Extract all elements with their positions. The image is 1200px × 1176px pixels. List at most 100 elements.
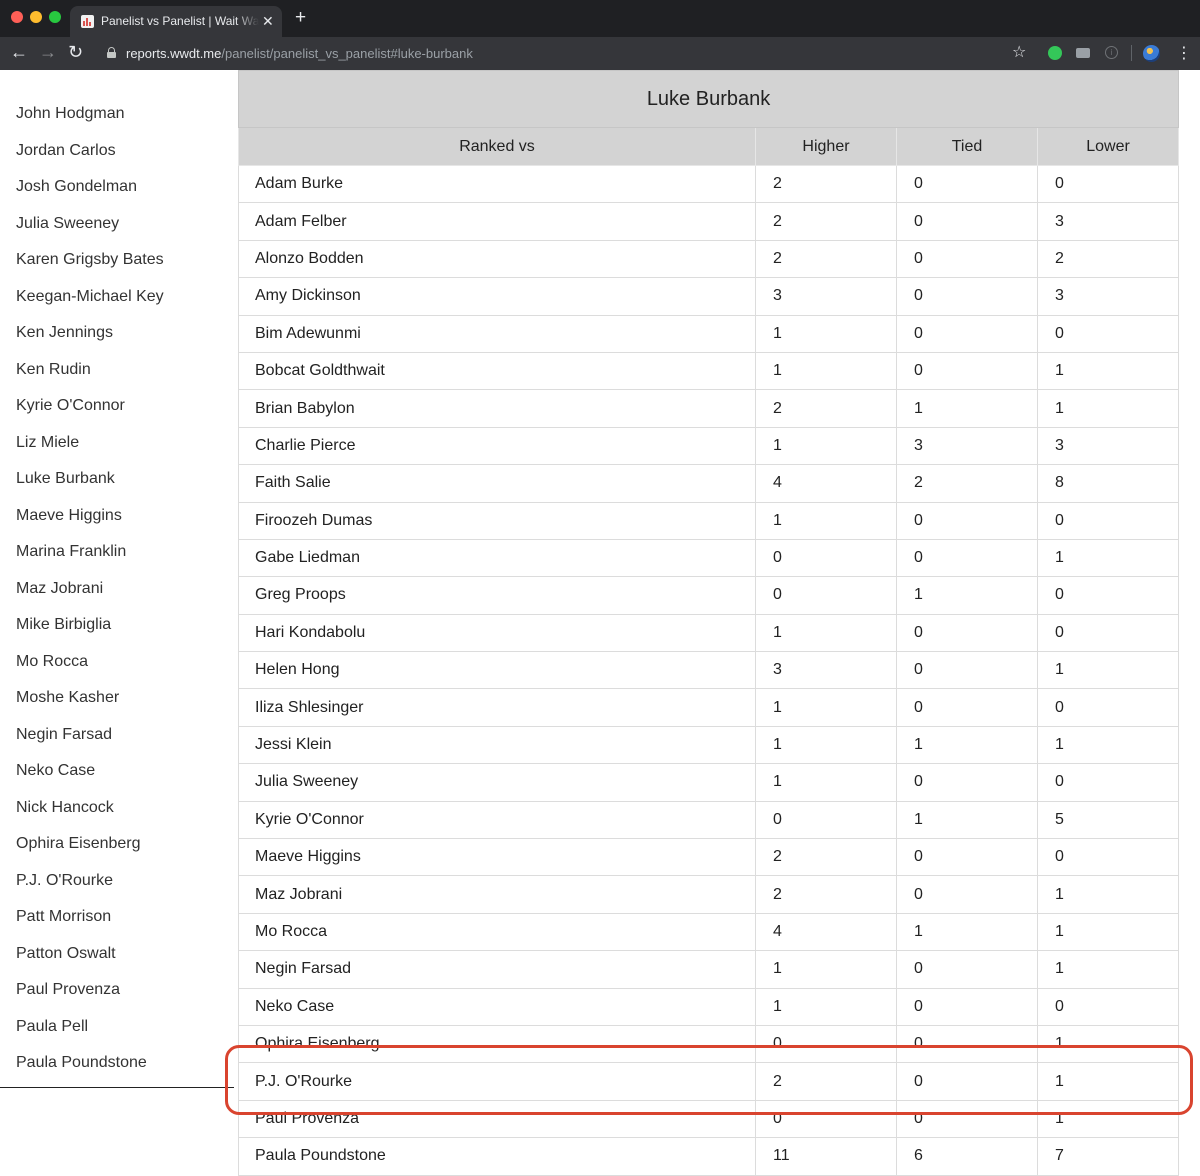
table-cell-higher: 11 — [755, 1137, 897, 1176]
sidebar-item-panelist[interactable]: Keegan-Michael Key — [16, 288, 164, 306]
lock-icon — [107, 47, 116, 58]
site-favicon-icon — [81, 15, 94, 28]
sidebar-item-panelist[interactable]: Patton Oswalt — [16, 945, 116, 963]
info-extension-icon[interactable]: i — [1105, 46, 1118, 59]
sidebar-item-panelist[interactable]: Paul Provenza — [16, 981, 120, 999]
table-cell-higher: 0 — [755, 1099, 897, 1139]
sidebar-item-panelist[interactable]: Luke Burbank — [16, 470, 115, 488]
sidebar-item-panelist[interactable]: John Hodgman — [16, 105, 125, 123]
sidebar-item-panelist[interactable]: Patt Morrison — [16, 908, 111, 926]
table-row: Gabe Liedman 0 0 1 — [238, 538, 1180, 578]
sidebar-item-panelist[interactable]: Ophira Eisenberg — [16, 835, 141, 853]
table-cell-tied: 3 — [896, 426, 1038, 466]
sidebar-item-panelist[interactable]: Josh Gondelman — [16, 178, 137, 196]
sidebar-item-panelist[interactable]: Moshe Kasher — [16, 689, 119, 707]
minimize-window-button[interactable] — [30, 11, 42, 23]
table-cell-lower: 0 — [1036, 763, 1180, 802]
table-row: Greg Proops 0 1 0 — [238, 576, 1180, 615]
table-cell-higher: 1 — [755, 725, 897, 765]
table-cell-lower: 1 — [1036, 351, 1180, 391]
table-cell-name: Amy Dickinson — [238, 277, 756, 316]
column-header-ranked-vs: Ranked vs — [238, 127, 756, 166]
comparison-table-container: Luke Burbank Ranked vs Higher Tied Lower… — [237, 70, 1180, 1176]
forward-arrow-icon[interactable]: → — [39, 42, 57, 62]
close-window-button[interactable] — [11, 11, 23, 23]
table-cell-name: Negin Farsad — [238, 950, 756, 989]
table-cell-higher: 2 — [755, 164, 897, 204]
sidebar-item-panelist[interactable]: Paula Pell — [16, 1018, 88, 1036]
table-cell-lower: 5 — [1036, 800, 1180, 840]
table-cell-lower: 2 — [1036, 239, 1180, 279]
table-cell-tied: 0 — [896, 987, 1038, 1026]
sidebar-item-panelist[interactable]: Liz Miele — [16, 434, 79, 452]
sidebar-item-panelist[interactable]: Mo Rocca — [16, 653, 88, 671]
table-cell-tied: 0 — [896, 202, 1038, 241]
table-row: Alonzo Bodden 2 0 2 — [238, 239, 1180, 279]
sidebar-item-panelist[interactable]: Mike Birbiglia — [16, 616, 111, 634]
table-row: P.J. O'Rourke 2 0 1 — [238, 1062, 1180, 1101]
table-cell-tied: 1 — [896, 912, 1038, 952]
table-row: Brian Babylon 2 1 1 — [238, 389, 1180, 428]
table-cell-higher: 2 — [755, 239, 897, 279]
address-bar[interactable]: reports.wwdt.me/panelist/panelist_vs_pan… — [96, 40, 1040, 67]
table-cell-tied: 6 — [896, 1137, 1038, 1176]
sidebar-item-panelist[interactable]: Maeve Higgins — [16, 507, 122, 525]
sidebar-item-panelist[interactable]: Negin Farsad — [16, 726, 112, 744]
extension-green-icon[interactable] — [1048, 46, 1062, 60]
table-cell-tied: 1 — [896, 389, 1038, 428]
table-cell-tied: 0 — [896, 763, 1038, 802]
tab-close-icon[interactable]: ✕ — [262, 13, 274, 30]
profile-avatar[interactable] — [1143, 45, 1160, 62]
table-cell-higher: 1 — [755, 426, 897, 466]
sidebar-item-panelist[interactable]: Karen Grigsby Bates — [16, 251, 164, 269]
sidebar-item-panelist[interactable]: Paula Poundstone — [16, 1054, 147, 1072]
table-cell-name: Bobcat Goldthwait — [238, 351, 756, 391]
table-cell-lower: 1 — [1036, 651, 1180, 690]
table-cell-higher: 4 — [755, 464, 897, 503]
table-cell-lower: 7 — [1036, 1137, 1180, 1176]
table-cell-lower: 0 — [1036, 164, 1180, 204]
table-cell-higher: 0 — [755, 538, 897, 578]
table-cell-name: Gabe Liedman — [238, 538, 756, 578]
sidebar-item-panelist[interactable]: Neko Case — [16, 762, 95, 780]
table-cell-name: Adam Burke — [238, 164, 756, 204]
sidebar-item-panelist[interactable]: Julia Sweeney — [16, 215, 119, 233]
sidebar-item-panelist[interactable]: Maz Jobrani — [16, 580, 103, 598]
tab-title: Panelist vs Panelist | Wait Wait Don't T… — [101, 14, 259, 28]
table-cell-higher: 1 — [755, 987, 897, 1026]
new-tab-button[interactable]: + — [295, 8, 306, 27]
url-text: reports.wwdt.me/panelist/panelist_vs_pan… — [126, 46, 473, 61]
sidebar-item-panelist[interactable]: Marina Franklin — [16, 543, 126, 561]
reload-icon[interactable]: ↻ — [68, 42, 83, 62]
table-cell-tied: 0 — [896, 688, 1038, 727]
table-row: Paula Poundstone 11 6 7 — [238, 1137, 1180, 1176]
sidebar-item-panelist[interactable]: Kyrie O'Connor — [16, 397, 125, 415]
column-header-tied: Tied — [896, 127, 1038, 166]
table-title: Luke Burbank — [237, 70, 1180, 128]
back-arrow-icon[interactable]: ← — [10, 42, 28, 62]
table-cell-name: Paula Poundstone — [238, 1137, 756, 1176]
table-cell-name: Ophira Eisenberg — [238, 1024, 756, 1064]
sidebar-item-panelist[interactable]: P.J. O'Rourke — [16, 872, 113, 890]
camera-extension-icon[interactable] — [1076, 48, 1090, 58]
bookmark-star-icon[interactable]: ☆ — [1012, 42, 1026, 62]
comparison-table: Luke Burbank Ranked vs Higher Tied Lower… — [237, 70, 1180, 1176]
table-cell-tied: 1 — [896, 800, 1038, 840]
table-cell-higher: 2 — [755, 202, 897, 241]
browser-menu-icon[interactable]: ⋮ — [1176, 43, 1192, 63]
table-cell-lower: 0 — [1036, 838, 1180, 877]
table-cell-tied: 1 — [896, 725, 1038, 765]
table-cell-lower: 0 — [1036, 314, 1180, 353]
table-row: Bim Adewunmi 1 0 0 — [238, 314, 1180, 353]
browser-tab[interactable]: Panelist vs Panelist | Wait Wait Don't T… — [70, 6, 282, 37]
sidebar-item-panelist[interactable]: Ken Rudin — [16, 361, 91, 379]
table-cell-higher: 4 — [755, 912, 897, 952]
sidebar-item-panelist[interactable]: Ken Jennings — [16, 324, 113, 342]
maximize-window-button[interactable] — [49, 11, 61, 23]
table-cell-lower: 3 — [1036, 277, 1180, 316]
table-cell-name: Charlie Pierce — [238, 426, 756, 466]
table-cell-higher: 2 — [755, 389, 897, 428]
sidebar-item-panelist[interactable]: Nick Hancock — [16, 799, 114, 817]
sidebar-item-panelist[interactable]: Jordan Carlos — [16, 142, 116, 160]
sidebar-divider — [0, 1087, 234, 1088]
